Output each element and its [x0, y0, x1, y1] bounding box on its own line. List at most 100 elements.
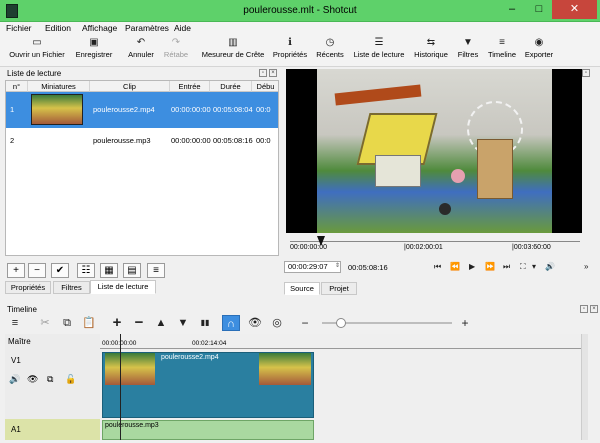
volume-icon[interactable]: 🔊: [545, 262, 555, 271]
tab-source[interactable]: Source: [284, 282, 320, 295]
timeline-button[interactable]: ≡ Timeline: [486, 36, 518, 67]
timecode-input[interactable]: 00:00:29:07: [284, 261, 341, 273]
menu-fichier[interactable]: Fichier: [6, 23, 32, 33]
menu-parametres[interactable]: Paramètres: [125, 23, 169, 33]
column-header-clip[interactable]: Clip: [90, 81, 170, 92]
playlist-table[interactable]: n° Miniatures Clip Entrée Durée Débu 1 p…: [5, 80, 279, 256]
save-button[interactable]: ▣ Enregistrer: [72, 36, 116, 67]
player-float-icon[interactable]: ▫: [582, 69, 590, 77]
column-header-duration[interactable]: Durée: [210, 81, 252, 92]
scrub-icon[interactable]: 👁: [246, 315, 264, 331]
lock-icon[interactable]: 🔓: [65, 374, 76, 385]
timeline-tracks[interactable]: 00:00:00:00 00:02:14:04 poulerousse2.mp4…: [100, 334, 588, 440]
filters-button[interactable]: ▼ Filtres: [454, 36, 482, 67]
timecode-spinner-icon[interactable]: ⇕: [335, 262, 340, 269]
menu-aide[interactable]: Aide: [174, 23, 191, 33]
fast-forward-icon[interactable]: ⏩: [485, 262, 495, 271]
remove-button[interactable]: −: [28, 263, 46, 278]
export-button[interactable]: ◉ Exporter: [522, 36, 556, 67]
undo-button[interactable]: ↶ Annuler: [124, 36, 158, 67]
column-header-start[interactable]: Débu: [252, 81, 278, 92]
history-button[interactable]: ⇆ Historique: [412, 36, 450, 67]
menu-edition[interactable]: Edition: [45, 23, 71, 33]
minimize-button[interactable]: –: [498, 0, 526, 19]
hide-icon[interactable]: 👁: [27, 374, 38, 385]
save-icon: ▣: [89, 37, 99, 48]
column-header-in[interactable]: Entrée: [170, 81, 210, 92]
maximize-button[interactable]: □: [526, 0, 552, 19]
composite-icon[interactable]: ⧉: [47, 374, 53, 385]
tab-project[interactable]: Projet: [321, 282, 357, 295]
player-ruler[interactable]: 00:00:00:00 |00:02:00:01 |00:03:60:00: [286, 236, 582, 258]
painted-windmill-tower: [477, 139, 513, 199]
append-icon[interactable]: +: [108, 315, 126, 331]
timeline-menu-icon[interactable]: ≡: [6, 315, 24, 331]
clip-in: 00:00:00:00: [171, 136, 211, 145]
zoom-slider-handle[interactable]: [336, 318, 346, 328]
redo-button[interactable]: ↷ Rétabe: [162, 36, 190, 67]
ripple-delete-icon[interactable]: −: [130, 315, 148, 331]
timeline-close-icon[interactable]: ×: [590, 305, 598, 313]
tab-properties[interactable]: Propriétés: [5, 281, 51, 294]
title-bar: poulerousse.mlt - Shotcut – □ ✕: [0, 0, 600, 22]
playlist-buttons: + − ✔ ☷ ▦ ▤ ≡: [5, 263, 279, 279]
tab-playlist[interactable]: Liste de lecture: [90, 280, 156, 294]
playlist-menu-button[interactable]: ≡: [147, 263, 165, 278]
playlist-button[interactable]: ☰ Liste de lecture: [350, 36, 408, 67]
tab-filters[interactable]: Filtres: [53, 281, 90, 294]
column-header-thumbnails[interactable]: Miniatures: [28, 81, 90, 92]
more-controls-icon[interactable]: »: [584, 262, 588, 271]
split-icon[interactable]: ▮▮: [196, 315, 214, 331]
view-tiled-button[interactable]: ▦: [100, 263, 118, 278]
zoom-dropdown-icon[interactable]: ▾: [532, 262, 536, 271]
clip-name: poulerousse.mp3: [93, 136, 151, 145]
timeline-playhead[interactable]: [120, 334, 121, 440]
ruler-label-mid: |00:02:00:01: [404, 244, 443, 251]
timeline-clip-video[interactable]: poulerousse2.mp4: [102, 352, 314, 418]
paste-icon[interactable]: 📋: [80, 315, 98, 331]
rewind-icon[interactable]: ⏪: [450, 262, 460, 271]
close-panel-icon[interactable]: ×: [269, 69, 277, 77]
track-header-a1[interactable]: A1: [5, 419, 100, 440]
menu-affichage[interactable]: Affichage: [82, 23, 117, 33]
recent-label: Récents: [316, 50, 344, 59]
playlist-panel-title: Liste de lecture: [7, 69, 62, 78]
lift-icon[interactable]: ▲: [152, 315, 170, 331]
view-icons-button[interactable]: ▤: [123, 263, 141, 278]
zoom-in-icon[interactable]: +: [456, 315, 474, 331]
vertical-scrollbar[interactable]: [581, 334, 588, 440]
filter-icon: ▼: [463, 37, 473, 48]
playlist-label: Liste de lecture: [353, 50, 405, 59]
table-row[interactable]: 2 poulerousse.mp3 00:00:00:00 00:05:08:1…: [6, 128, 278, 152]
painted-house-wall: [375, 155, 421, 187]
copy-icon[interactable]: ⧉: [58, 315, 76, 331]
export-icon: ◉: [534, 37, 544, 48]
play-icon[interactable]: ▶: [469, 262, 475, 271]
timeline-float-icon[interactable]: ▫: [580, 305, 588, 313]
skip-next-icon[interactable]: ⏭: [503, 262, 510, 272]
float-panel-icon[interactable]: ▫: [259, 69, 267, 77]
add-button[interactable]: +: [7, 263, 25, 278]
update-button[interactable]: ✔: [51, 263, 69, 278]
properties-button[interactable]: ℹ Propriétés: [270, 36, 310, 67]
video-viewer[interactable]: [286, 69, 582, 233]
view-details-button[interactable]: ☷: [77, 263, 95, 278]
ripple-icon[interactable]: ◎: [268, 315, 286, 331]
peak-meter-button[interactable]: ▥ Mesureur de Crête: [198, 36, 268, 67]
timeline-clip-audio[interactable]: poulerousse.mp3: [102, 420, 314, 440]
recent-button[interactable]: ◷ Récents: [314, 36, 346, 67]
overwrite-icon[interactable]: ▼: [174, 315, 192, 331]
zoom-out-icon[interactable]: −: [296, 315, 314, 331]
open-file-button[interactable]: ▭ Ouvrir un Fichier: [6, 36, 68, 67]
undo-label: Annuler: [128, 50, 154, 59]
peak-meter-label: Mesureur de Crête: [201, 50, 265, 59]
snap-icon[interactable]: ∩: [222, 315, 240, 331]
skip-previous-icon[interactable]: ⏮: [434, 262, 441, 272]
timeline-toolbar: ≡ ✂ ⧉ 📋 + − ▲ ▼ ▮▮ ∩ 👁 ◎ − +: [0, 314, 600, 332]
close-button[interactable]: ✕: [552, 0, 597, 19]
column-header-number[interactable]: n°: [6, 81, 28, 92]
zoom-fit-icon[interactable]: ⛶: [520, 262, 526, 272]
table-row[interactable]: 1 poulerousse2.mp4 00:00:00:00 00:05:08:…: [6, 92, 278, 128]
cut-icon[interactable]: ✂: [36, 315, 54, 331]
mute-icon[interactable]: 🔊: [9, 374, 20, 385]
